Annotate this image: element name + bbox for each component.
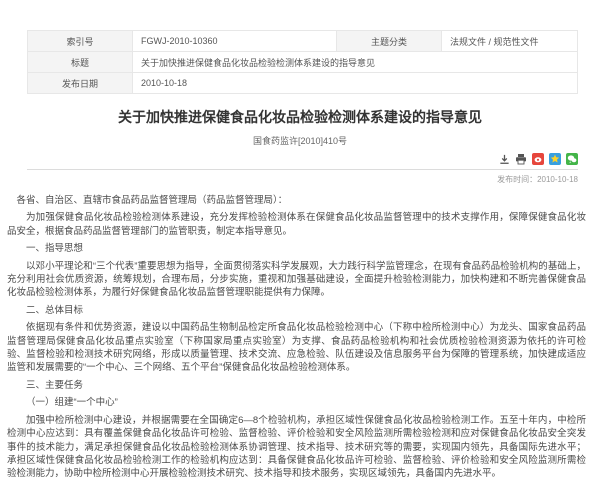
index-number-value: FGWJ-2010-10360 [133, 31, 337, 52]
index-number-label: 索引号 [28, 31, 133, 52]
subject-category-value: 法规文件 / 规范性文件 [442, 31, 578, 52]
title-label: 标题 [28, 52, 133, 73]
print-icon[interactable] [515, 153, 527, 165]
meta-row-date: 发布日期 2010-10-18 [28, 73, 578, 94]
article-body: 各省、自治区、直辖市食品药品监督管理局（药品监督管理局）： 为加强保健食品化妆品… [7, 194, 586, 481]
document-meta-table: 索引号 FGWJ-2010-10360 主题分类 法规文件 / 规范性文件 标题… [27, 30, 578, 94]
section-2-paragraph: 依据现有条件和优势资源，建设以中国药品生物制品检定所食品化妆品检验检测中心（下称… [7, 321, 586, 375]
section-3-heading: 三、主要任务 [7, 379, 586, 392]
salutation: 各省、自治区、直辖市食品药品监督管理局（药品监督管理局）： [7, 194, 586, 207]
publish-date-value: 2010-10-18 [133, 73, 578, 94]
wechat-share-icon[interactable] [566, 153, 578, 165]
title-value: 关于加快推进保健食品化妆品检验检测体系建设的指导意见 [133, 52, 578, 73]
meta-row-title: 标题 关于加快推进保健食品化妆品检验检测体系建设的指导意见 [28, 52, 578, 73]
intro-paragraph: 为加强保健食品化妆品检验检测体系建设，充分发挥检验检测体系在保健食品化妆品监督管… [7, 211, 586, 238]
title-separator [27, 169, 578, 170]
download-icon[interactable] [498, 153, 510, 165]
section-3-paragraph: 加强中检所检测中心建设，并根据需要在全国确定6—8个检验机构，承担区域性保健食品… [7, 414, 586, 481]
section-1-paragraph: 以邓小平理论和“三个代表”重要思想为指导，全面贯彻落实科学发展观，大力践行科学监… [7, 260, 586, 300]
section-2-heading: 二、总体目标 [7, 304, 586, 317]
publish-date-label: 发布日期 [28, 73, 133, 94]
meta-row-index: 索引号 FGWJ-2010-10360 主题分类 法规文件 / 规范性文件 [28, 31, 578, 52]
subject-category-label: 主题分类 [337, 31, 442, 52]
section-1-heading: 一、指导思想 [7, 242, 586, 255]
publish-time: 发布时间：2010-10-18 [0, 174, 578, 185]
section-3-sub-heading: （一）组建“一个中心” [7, 396, 586, 409]
page-title: 关于加快推进保健食品化妆品检验检测体系建设的指导意见 [0, 107, 600, 127]
weibo-share-icon[interactable] [532, 153, 544, 165]
document-number: 国食药监许[2010]410号 [0, 134, 600, 147]
document-page: 索引号 FGWJ-2010-10360 主题分类 法规文件 / 规范性文件 标题… [0, 30, 600, 480]
share-toolbar [0, 153, 578, 165]
qzone-share-icon[interactable] [549, 153, 561, 165]
